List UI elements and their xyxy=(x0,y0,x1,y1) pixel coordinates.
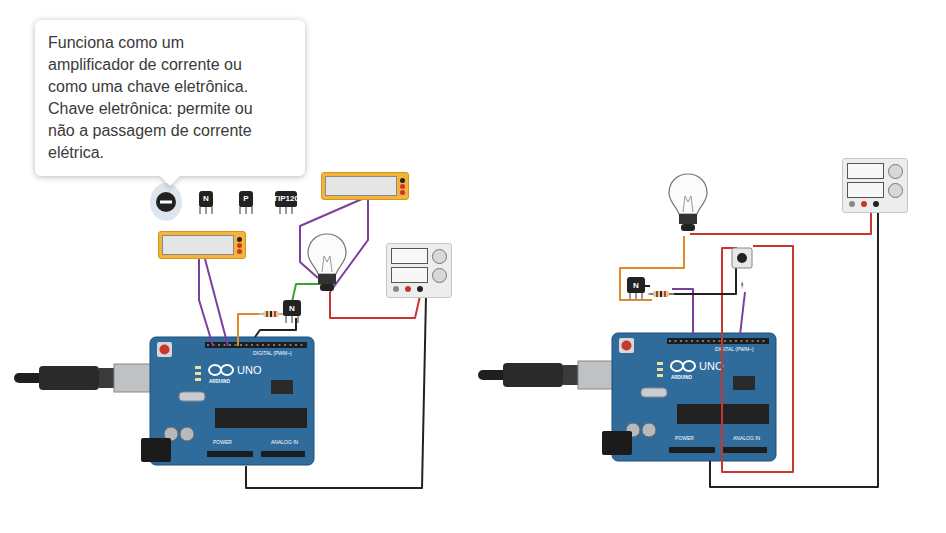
multimeter-jacks xyxy=(400,178,405,195)
digital-label: DIGITAL (PWM~) xyxy=(715,346,754,352)
brand-label: ARDUINO xyxy=(209,379,230,384)
palette-item[interactable] xyxy=(150,183,182,221)
knob-icon[interactable] xyxy=(888,164,903,179)
supply-display xyxy=(847,163,884,179)
transistor[interactable]: N xyxy=(627,277,645,300)
multimeter-jacks xyxy=(237,237,242,254)
transistor-legs xyxy=(239,207,253,214)
supply-display xyxy=(391,248,428,264)
component-palette: N P TIP120 xyxy=(150,183,302,221)
light-bulb-icon[interactable] xyxy=(305,232,349,298)
arduino-logo-icon xyxy=(209,365,233,375)
reset-icon[interactable] xyxy=(160,345,170,355)
supply-display xyxy=(847,182,884,198)
knob-icon[interactable] xyxy=(432,268,447,283)
arduino-logo-icon xyxy=(671,361,695,371)
power-label: POWER xyxy=(213,439,232,445)
tooltip-line: como uma chave eletrônica. xyxy=(48,76,292,98)
transistor-body[interactable]: P xyxy=(239,191,253,207)
multimeter-display xyxy=(162,235,234,255)
component-icon xyxy=(155,191,177,213)
transistor[interactable]: TIP120 xyxy=(275,191,297,214)
multimeter-display xyxy=(325,176,397,196)
tooltip-line: Chave eletrônica: permite ou xyxy=(48,98,292,120)
transistor[interactable]: N xyxy=(283,300,301,323)
analog-label: ANALOG IN xyxy=(271,439,299,445)
palette-item[interactable]: TIP120 xyxy=(270,183,302,221)
push-button-icon[interactable] xyxy=(731,247,753,269)
tooltip-line: Funciona como um xyxy=(48,32,292,54)
power-supply[interactable] xyxy=(386,243,452,298)
resistor-icon[interactable] xyxy=(741,269,749,295)
power-jack-icon xyxy=(602,431,632,455)
model-label: UNO xyxy=(699,360,724,372)
resistor-icon[interactable] xyxy=(648,290,674,298)
arduino-board[interactable]: DIGITAL (PWM~) UNO ARDUINO POWER ANALOG IN xyxy=(611,332,777,462)
multimeter[interactable] xyxy=(321,172,409,200)
transistor-legs xyxy=(283,316,301,323)
transistor-legs xyxy=(199,207,213,214)
transistor-body[interactable]: N xyxy=(627,277,645,293)
arduino-board[interactable]: DIGITAL (PWM~) UNO ARDUINO POWER ANALOG IN xyxy=(149,336,315,466)
resistor-icon[interactable] xyxy=(258,310,284,318)
brand-label: ARDUINO xyxy=(671,375,692,380)
transistor-body[interactable]: N xyxy=(283,300,301,316)
light-bulb-icon[interactable] xyxy=(666,172,710,238)
transistor-legs xyxy=(275,207,297,214)
model-label: UNO xyxy=(237,364,262,376)
tooltip: Funciona como umamplificador de corrente… xyxy=(35,20,305,176)
multimeter[interactable] xyxy=(158,231,246,259)
transistor-body[interactable]: TIP120 xyxy=(275,191,297,207)
analog-label: ANALOG IN xyxy=(733,435,761,441)
digital-label: DIGITAL (PWM~) xyxy=(253,350,292,356)
circuit-canvas[interactable]: Funciona como umamplificador de corrente… xyxy=(0,0,946,533)
power-jack-icon xyxy=(141,438,171,462)
palette-item[interactable]: N xyxy=(190,183,222,221)
knob-icon[interactable] xyxy=(432,249,447,264)
transistor[interactable]: N xyxy=(199,191,213,214)
tooltip-line: amplificador de corrente ou xyxy=(48,54,292,76)
palette-item[interactable]: P xyxy=(230,183,262,221)
transistor-legs xyxy=(627,293,645,300)
tooltip-line: elétrica. xyxy=(48,142,292,164)
tooltip-line: não a passagem de corrente xyxy=(48,120,292,142)
supply-display xyxy=(391,267,428,283)
transistor[interactable]: P xyxy=(239,191,253,214)
power-supply[interactable] xyxy=(842,158,908,213)
knob-icon[interactable] xyxy=(888,183,903,198)
transistor-body[interactable]: N xyxy=(199,191,213,207)
reset-icon[interactable] xyxy=(622,341,632,351)
power-label: POWER xyxy=(675,435,694,441)
